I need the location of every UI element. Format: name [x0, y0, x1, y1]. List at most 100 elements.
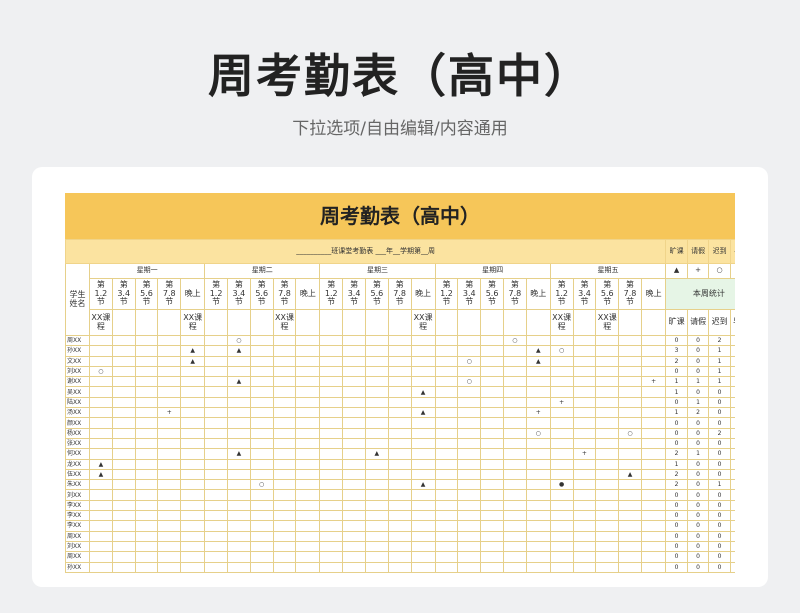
student-header: 学生姓名	[65, 263, 90, 336]
attendance-cell	[410, 345, 436, 357]
attendance-cell	[111, 479, 136, 491]
attendance-cell	[595, 530, 620, 542]
attendance-cell	[157, 345, 182, 357]
table-row: 孙XX▲▲▲○3010	[65, 345, 735, 357]
attendance-cell	[525, 530, 551, 542]
stats-value: 0	[729, 345, 735, 357]
attendance-cell	[342, 561, 366, 573]
attendance-cell	[272, 510, 297, 522]
attendance-cell	[342, 345, 366, 357]
attendance-cell	[549, 520, 574, 532]
attendance-cell	[226, 458, 251, 470]
attendance-cell	[387, 386, 412, 398]
attendance-cell	[434, 499, 459, 512]
attendance-cell	[157, 376, 182, 388]
attendance-cell	[549, 448, 574, 460]
attendance-cell	[434, 489, 459, 501]
attendance-mark: ○	[89, 365, 113, 378]
stats-value: 0	[708, 551, 731, 563]
attendance-cell	[502, 540, 527, 553]
attendance-cell	[204, 407, 228, 419]
stats-label: 旷课	[665, 309, 688, 336]
attendance-cell	[640, 386, 667, 398]
attendance-cell	[134, 489, 159, 501]
attendance-mark: ▲	[364, 448, 389, 460]
stats-value: 0	[729, 489, 735, 501]
stats-value: 0	[665, 561, 688, 573]
student-name: 孙XX	[65, 561, 90, 573]
attendance-cell	[480, 510, 504, 522]
attendance-cell	[295, 520, 321, 532]
stats-value: 0	[686, 468, 710, 481]
attendance-cell	[387, 376, 412, 388]
attendance-cell	[387, 365, 412, 378]
attendance-cell	[640, 407, 667, 419]
attendance-cell	[157, 520, 182, 532]
attendance-cell	[342, 396, 366, 409]
attendance-cell	[364, 376, 389, 388]
attendance-cell	[572, 417, 597, 429]
attendance-cell	[89, 427, 113, 439]
attendance-cell	[387, 417, 412, 429]
attendance-cell	[457, 499, 482, 512]
attendance-cell	[549, 365, 574, 378]
attendance-cell	[549, 489, 574, 501]
session-header: 第5.6节	[249, 278, 274, 310]
attendance-cell	[342, 458, 366, 470]
attendance-cell	[180, 520, 206, 532]
session-header: 第5.6节	[480, 278, 504, 310]
attendance-cell	[157, 365, 182, 378]
attendance-cell	[572, 479, 597, 491]
attendance-cell	[319, 551, 344, 563]
attendance-cell	[272, 520, 297, 532]
attendance-cell	[502, 551, 527, 563]
attendance-cell	[502, 510, 527, 522]
attendance-cell	[249, 499, 274, 512]
stats-value: 2	[708, 427, 731, 439]
attendance-cell	[457, 334, 482, 347]
attendance-cell	[480, 345, 504, 357]
student-name: 杨XX	[65, 427, 90, 439]
attendance-cell	[457, 540, 482, 553]
attendance-mark: +	[525, 407, 551, 419]
attendance-cell	[457, 468, 482, 481]
attendance-cell	[572, 334, 597, 347]
attendance-cell	[295, 345, 321, 357]
attendance-cell	[272, 458, 297, 470]
attendance-cell	[342, 530, 366, 542]
attendance-cell	[226, 437, 251, 450]
attendance-cell	[89, 540, 113, 553]
attendance-cell	[249, 530, 274, 542]
attendance-cell	[134, 520, 159, 532]
stats-value: 0	[686, 510, 710, 522]
attendance-cell	[640, 530, 667, 542]
attendance-cell	[157, 427, 182, 439]
attendance-cell	[134, 407, 159, 419]
attendance-cell	[226, 530, 251, 542]
attendance-cell	[525, 386, 551, 398]
table-row: 吴XX▲1000	[65, 386, 735, 398]
empty-cell	[364, 309, 389, 336]
stats-value: 0	[729, 355, 735, 367]
attendance-cell	[595, 345, 620, 357]
attendance-cell	[525, 499, 551, 512]
attendance-cell	[595, 386, 620, 398]
attendance-cell	[226, 540, 251, 553]
attendance-cell	[204, 510, 228, 522]
attendance-cell	[618, 396, 642, 409]
attendance-cell	[134, 345, 159, 357]
attendance-cell	[295, 499, 321, 512]
attendance-cell	[134, 376, 159, 388]
attendance-cell	[364, 355, 389, 367]
attendance-cell	[502, 479, 527, 491]
attendance-cell	[434, 376, 459, 388]
student-name: 何XX	[65, 448, 90, 460]
attendance-cell	[434, 386, 459, 398]
attendance-cell	[502, 489, 527, 501]
stats-label: 早退	[729, 309, 735, 336]
stats-value: 3	[665, 345, 688, 357]
attendance-cell	[364, 396, 389, 409]
attendance-cell	[226, 365, 251, 378]
attendance-cell	[342, 540, 366, 553]
attendance-cell	[89, 510, 113, 522]
